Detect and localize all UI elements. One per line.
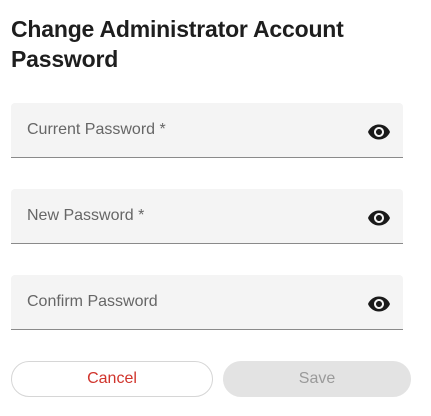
eye-icon[interactable] — [367, 120, 391, 144]
eye-icon[interactable] — [367, 292, 391, 316]
dialog-title: Change Administrator Account Password — [11, 16, 344, 72]
cancel-button[interactable]: Cancel — [11, 361, 213, 397]
confirm-password-input[interactable] — [11, 275, 351, 329]
new-password-input[interactable] — [11, 189, 351, 243]
current-password-field[interactable] — [11, 103, 403, 158]
eye-icon[interactable] — [367, 206, 391, 230]
confirm-password-field[interactable] — [11, 275, 403, 330]
new-password-field[interactable] — [11, 189, 403, 244]
save-button[interactable]: Save — [223, 361, 411, 397]
current-password-input[interactable] — [11, 103, 351, 157]
change-password-dialog: Change Administrator Account Password Ca… — [0, 0, 431, 416]
